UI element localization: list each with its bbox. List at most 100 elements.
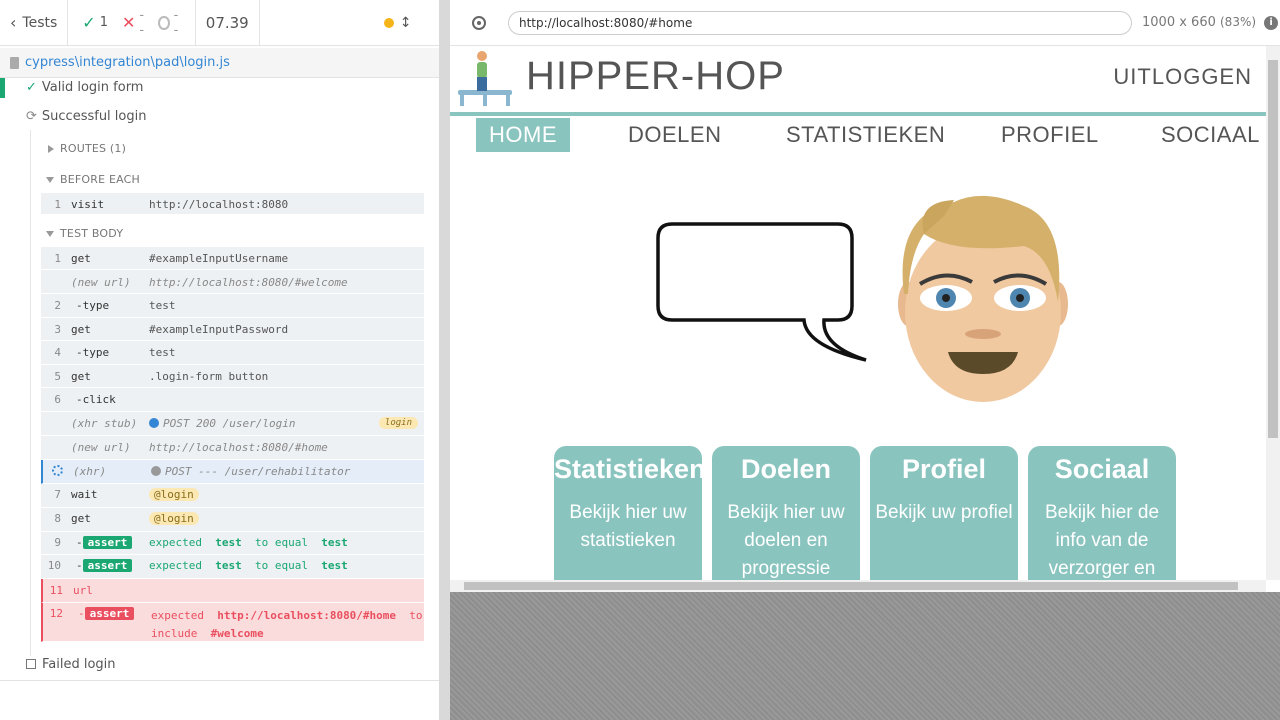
test-title: Valid login form [41,79,144,95]
horizontal-scrollbar-thumb[interactable] [464,582,1238,590]
routes-label: ROUTES (1) [60,142,127,155]
command-number [43,465,73,479]
assert-text: to [409,609,423,622]
test-valid-login-form[interactable]: ✓ Valid login form [26,78,143,98]
command-message: expected http://localhost:8080/#home to … [151,607,424,643]
command-row[interactable]: 7 wait @login [41,484,424,508]
spec-path[interactable]: cypress\integration\pad\login.js [25,55,230,70]
routes-header[interactable]: ROUTES (1) [48,142,126,155]
command-number: 9 [54,536,61,549]
command-row-failed[interactable]: 11 url [41,579,424,603]
test-successful-login[interactable]: ⟳ Successful login [26,105,146,127]
command-number: 7 [54,488,61,501]
before-each-header[interactable]: BEFORE EACH [46,173,140,186]
command-row[interactable]: 4 -type test [41,341,424,365]
card-statistieken[interactable]: Statistieken Bekijk hier uw statistieken [554,446,702,580]
command-row-failed[interactable]: 12 - assert expected http://localhost:808… [41,603,424,642]
nav-statistieken[interactable]: STATISTIEKEN [773,118,958,152]
reporter-footer [0,680,439,720]
card-title: Statistieken [554,454,702,484]
reporter-header: ‹ Tests ✓ 1 ✕ -- -- 07.39 ↕ [0,0,464,46]
spinner-icon [52,465,63,476]
command-number: 3 [54,323,61,336]
command-row[interactable]: (xhr stub) POST 200 /user/login login [41,412,424,436]
passed-indicator [0,78,5,98]
command-row-pending[interactable]: (xhr) POST --- /user/rehabilitator [41,460,424,484]
assert-badge: assert [84,607,135,620]
passed-count: ✓ 1 [82,13,108,32]
app-brand[interactable]: HIPPER-HOP [526,54,785,99]
info-icon[interactable]: i [1264,15,1279,30]
refresh-icon: ⟳ [26,108,37,124]
assert-text: expected [149,559,202,572]
command-row[interactable]: 3 get #exampleInputPassword [41,318,424,341]
vertical-scrollbar-thumb[interactable] [1268,60,1278,438]
nav-sociaal[interactable]: SOCIAAL [1148,118,1266,152]
command-name: -click [76,393,116,406]
command-message: #exampleInputPassword [149,323,289,336]
command-name: -type [76,346,110,359]
card-body: Bekijk uw profiel [875,502,1013,523]
url-bar[interactable]: http://localhost:8080/#home [508,10,1132,35]
card-title: Sociaal [1054,454,1150,484]
command-name: - assert [71,536,149,549]
x-icon: ✕ [121,13,136,32]
command-row[interactable]: 8 get @login [41,508,424,532]
card-title: Profiel [901,454,987,484]
runnables-list: ✓ Valid login form ⟳ Successful login RO… [0,78,439,680]
command-row[interactable]: 1 visit http://localhost:8080 [41,193,424,215]
command-name: (xhr stub) [71,417,138,430]
aut-background [450,592,1280,720]
assert-text: expected [151,609,204,622]
command-dash: - [78,607,85,620]
command-name: get [71,512,91,525]
card-profiel[interactable]: Profiel Bekijk uw profiel [870,446,1018,580]
checkbox-icon [26,659,36,669]
app-page: HIPPER-HOP UITLOGGEN HOME DOELEN STATIST… [450,46,1266,580]
pending-value: -- [173,7,179,38]
test-failed-login[interactable]: Failed login [26,653,116,675]
failed-value: -- [139,7,145,38]
test-body-header[interactable]: TEST BODY [46,227,123,240]
command-row[interactable]: 5 get .login-form button [41,365,424,388]
command-row[interactable]: (new url) http://localhost:8080/#welcome [41,270,424,294]
xhr-status-dot-icon [151,466,161,476]
card-doelen[interactable]: Doelen Bekijk hier uw doelen en progress… [712,446,860,580]
resize-arrows-icon[interactable]: ↕ [400,15,412,31]
card-body: Bekijk hier uw statistieken [569,502,687,551]
card-sociaal[interactable]: Sociaal Bekijk hier de info van de verzo… [1028,446,1176,580]
auto-scroll-indicator-icon[interactable] [383,17,394,28]
command-dash: - [76,536,83,549]
nav-home[interactable]: HOME [476,118,570,152]
command-message: http://localhost:8080/#home [149,441,328,454]
panel-resize-divider[interactable] [439,0,450,720]
command-name: - assert [73,607,151,620]
command-number: 12 [49,607,63,620]
command-message: test [149,346,176,359]
command-message: http://localhost:8080 [149,198,289,211]
speech-bubble-icon [656,222,867,362]
spec-file-bar[interactable]: cypress\integration\pad\login.js [0,48,439,78]
command-row[interactable]: (new url) http://localhost:8080/#home [41,436,424,460]
command-row[interactable]: 1 get #exampleInputUsername [41,247,424,270]
command-number: 6 [54,393,61,406]
command-row[interactable]: 2 -type test [41,294,424,318]
command-name: visit [71,198,105,211]
command-name: -type [76,299,110,312]
command-row[interactable]: 6 -click [41,388,424,412]
command-message: @login [149,512,424,525]
command-message: expected test to equal test [149,536,424,549]
logout-link[interactable]: UITLOGGEN [1113,64,1252,90]
card-body: Bekijk hier uw doelen en progressie [727,502,845,579]
selector-playground-icon[interactable] [472,15,486,30]
command-row-assert[interactable]: 10 - assert expected test to equal test [41,555,424,579]
tests-back-button[interactable]: ‹ Tests [0,0,69,45]
command-row-assert[interactable]: 9 - assert expected test to equal test [41,532,424,555]
pending-count: -- [158,8,181,38]
test-body-label: TEST BODY [60,227,124,240]
nav-doelen[interactable]: DOELEN [615,118,734,152]
caret-right-icon [48,144,54,153]
command-message: #exampleInputUsername [149,252,289,265]
nav-profiel[interactable]: PROFIEL [988,118,1112,152]
circle-icon [158,15,170,30]
